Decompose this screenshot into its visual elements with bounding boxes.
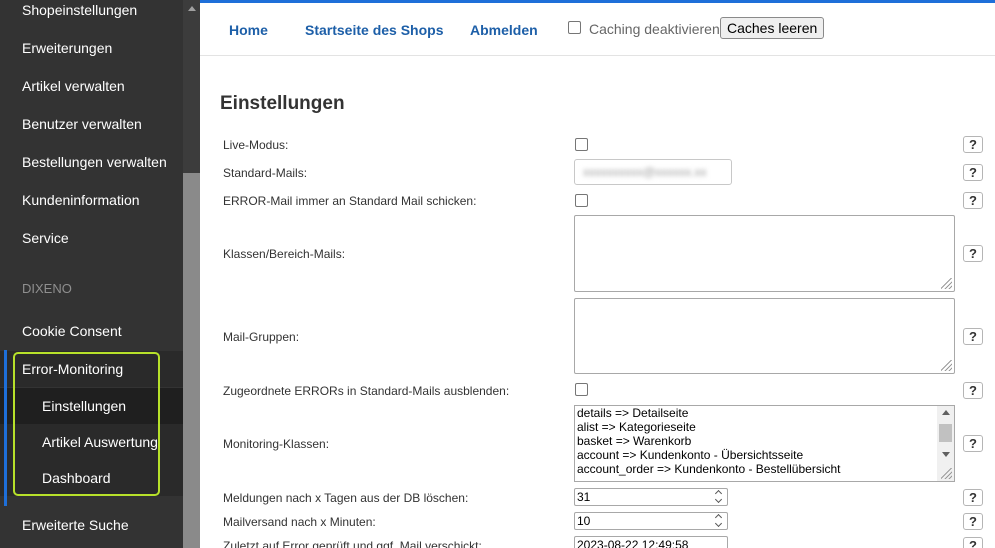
mail-minutes-input[interactable]: 10 [574,512,728,530]
sidebar-item-kundeninformation[interactable]: Kundeninformation [0,182,183,218]
last-checked-label: Zuletzt auf Error geprüft und ggf. Mail … [223,539,482,548]
help-button-mail-minutes[interactable]: ? [963,513,983,530]
help-button-mail-groups[interactable]: ? [963,328,983,345]
sidebar: Shopeinstellungen Erweiterungen Artikel … [0,0,200,548]
help-button-last-checked[interactable]: ? [963,537,983,548]
help-button-standard-mails[interactable]: ? [963,164,983,181]
nav-shop-start-link[interactable]: Startseite des Shops [305,22,444,38]
sidebar-subitem-einstellungen[interactable]: Einstellungen [0,388,183,424]
scroll-up-arrow-icon[interactable] [942,410,950,415]
sidebar-subitem-dashboard[interactable]: Dashboard [0,460,183,496]
class-mails-label: Klassen/Bereich-Mails: [223,247,346,261]
delete-days-input[interactable]: 31 [574,488,728,506]
listbox-scrollbar[interactable] [937,406,954,481]
mail-minutes-label: Mailversand nach x Minuten: [223,515,376,529]
sidebar-subitem-artikel-auswertung[interactable]: Artikel Auswertung [0,424,183,460]
list-item[interactable]: basket => Warenkorb [575,434,954,448]
sidebar-item-artikel-verwalten[interactable]: Artikel verwalten [0,68,183,104]
sidebar-item-benutzer-verwalten[interactable]: Benutzer verwalten [0,106,183,142]
sidebar-item-error-monitoring[interactable]: Error-Monitoring [0,351,183,387]
top-accent-line [200,0,995,3]
list-item[interactable]: account_order => Kundenkonto - Bestellüb… [575,462,954,476]
help-button-hide-errors[interactable]: ? [963,382,983,399]
list-item[interactable]: account => Kundenkonto - Übersichtsseite [575,448,954,462]
standard-mails-value: xxxxxxxxxx@xxxxxx.xx [583,165,707,179]
sidebar-item-erweiterte-suche[interactable]: Erweiterte Suche [0,507,183,543]
sidebar-item-service[interactable]: Service [0,220,183,256]
help-button-monitoring-classes[interactable]: ? [963,435,983,452]
resize-grip-icon[interactable] [941,278,952,289]
list-item[interactable]: alist => Kategorieseite [575,420,954,434]
hide-errors-label: Zugeordnete ERRORs in Standard-Mails aus… [223,384,510,398]
standard-mails-label: Standard-Mails: [223,166,308,180]
mail-minutes-value: 10 [577,514,591,528]
help-button-delete-days[interactable]: ? [963,489,983,506]
resize-grip-icon[interactable] [941,468,952,479]
error-mail-label: ERROR-Mail immer an Standard Mail schick… [223,194,477,208]
sidebar-item-shopeinstellungen[interactable]: Shopeinstellungen [0,0,183,28]
hide-errors-checkbox[interactable] [575,383,588,396]
error-mail-checkbox[interactable] [575,194,588,207]
class-mails-textarea[interactable] [574,215,955,292]
monitoring-classes-listbox[interactable]: details => Detailseite alist => Kategori… [574,405,955,482]
help-button-live-mode[interactable]: ? [963,136,983,153]
caching-disable-label: Caching deaktivieren [589,21,720,37]
sidebar-scrollbar-thumb[interactable] [183,173,200,548]
page-title: Einstellungen [220,93,345,114]
last-checked-value: 2023-08-22 12:49:58 [577,538,689,548]
sidebar-item-cookie-consent[interactable]: Cookie Consent [0,313,183,349]
mail-groups-label: Mail-Gruppen: [223,330,300,344]
live-mode-label: Live-Modus: [223,138,289,152]
delete-days-value: 31 [577,490,591,504]
scroll-down-arrow-icon[interactable] [942,452,950,457]
sidebar-item-erweiterungen[interactable]: Erweiterungen [0,30,183,66]
delete-days-label: Meldungen nach x Tagen aus der DB lösche… [223,491,469,505]
nav-home-link[interactable]: Home [229,22,268,38]
help-button-class-mails[interactable]: ? [963,245,983,262]
help-button-error-mail[interactable]: ? [963,192,983,209]
nav-logout-link[interactable]: Abmelden [470,22,538,38]
mail-groups-textarea[interactable] [574,298,955,374]
listbox-scrollbar-thumb[interactable] [939,424,952,442]
caching-disable-checkbox[interactable] [568,21,581,34]
standard-mails-input[interactable]: xxxxxxxxxx@xxxxxx.xx [574,159,732,185]
spinner-arrows-icon[interactable] [714,490,725,504]
sidebar-item-bestellungen-verwalten[interactable]: Bestellungen verwalten [0,144,183,180]
sidebar-section-dixeno: DIXENO [22,281,72,296]
scroll-up-arrow-icon[interactable] [183,0,200,20]
clear-caches-button[interactable]: Caches leeren [720,17,825,39]
list-item[interactable]: details => Detailseite [575,406,954,420]
spinner-arrows-icon[interactable] [714,514,725,528]
active-section-indicator [4,350,7,506]
live-mode-checkbox[interactable] [575,138,588,151]
resize-grip-icon[interactable] [941,360,952,371]
admin-app: Shopeinstellungen Erweiterungen Artikel … [0,0,995,548]
last-checked-input[interactable]: 2023-08-22 12:49:58 [574,536,728,548]
monitoring-classes-label: Monitoring-Klassen: [223,437,330,451]
